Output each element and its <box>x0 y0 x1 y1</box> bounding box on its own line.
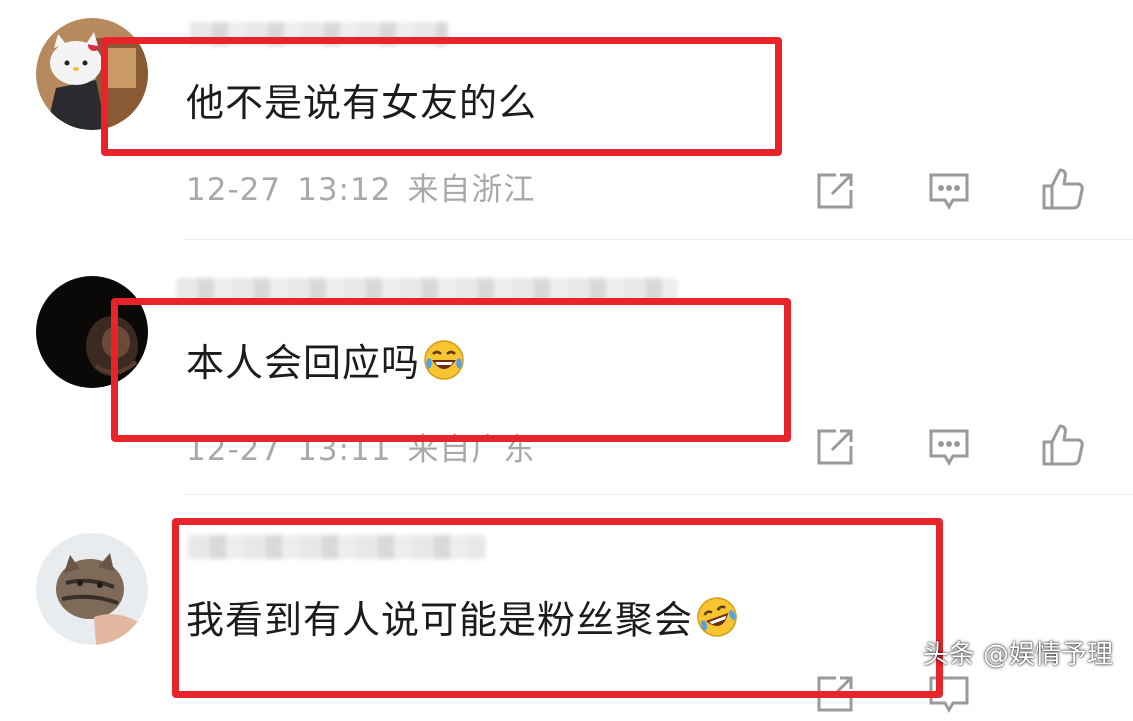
comment-icon[interactable] <box>926 424 972 470</box>
share-icon[interactable] <box>812 168 858 214</box>
like-icon[interactable] <box>1040 166 1086 212</box>
highlight-box <box>101 37 782 156</box>
like-icon[interactable] <box>1040 422 1086 468</box>
comment-location: 来自浙江 <box>407 172 536 208</box>
share-icon[interactable] <box>812 424 858 470</box>
avatar[interactable] <box>36 533 148 645</box>
comment-icon[interactable] <box>926 168 972 214</box>
highlight-box <box>172 518 943 698</box>
watermark: 头条 @娱情予理 <box>922 640 1113 670</box>
comment-date: 12-27 <box>186 172 282 208</box>
comment-meta: 12-27 13:12 来自浙江 <box>186 170 535 210</box>
highlight-box <box>111 298 791 442</box>
comment-time: 13:12 <box>297 172 392 208</box>
